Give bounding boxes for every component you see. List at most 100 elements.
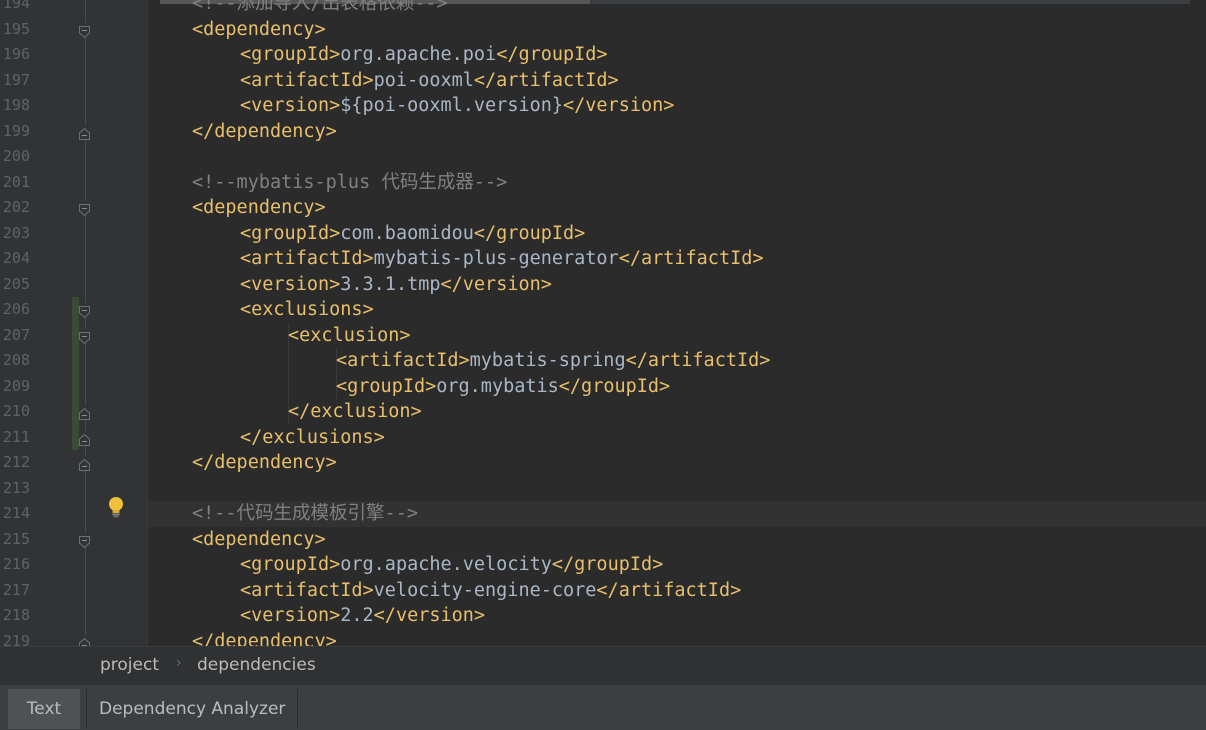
xml-tag: <groupId> — [240, 44, 341, 65]
xml-text: org.mybatis — [436, 375, 559, 397]
code-line[interactable]: 204 <artifactId>mybatis-plus-generator</a… — [0, 246, 1206, 272]
xml-tag: <exclusion> — [288, 324, 411, 346]
xml-tag: </dependency> — [192, 630, 337, 647]
code-line[interactable]: 217 <artifactId>velocity-engine-core</art… — [0, 578, 1206, 604]
code-text: <dependency> — [192, 17, 326, 43]
line-number: 208 — [2, 351, 30, 369]
vcs-change-marker[interactable] — [72, 399, 79, 425]
fold-open-icon[interactable] — [79, 328, 90, 344]
line-number: 202 — [2, 198, 30, 216]
xml-text: 2.2 — [340, 605, 374, 626]
xml-tag: </dependency> — [192, 452, 337, 473]
fold-close-icon[interactable] — [79, 405, 90, 420]
code-line[interactable]: 203 <groupId>com.baomidou</groupId> — [0, 221, 1206, 247]
xml-text: mybatis-plus-generator — [373, 248, 619, 269]
code-text: <artifactId>mybatis-spring</artifactId> — [336, 348, 770, 374]
line-number: 204 — [2, 249, 30, 267]
xml-tag: <artifactId> — [240, 69, 374, 91]
code-line[interactable]: 211 </exclusions> — [0, 424, 1206, 451]
vcs-change-marker[interactable] — [72, 348, 79, 374]
xml-tag: <dependency> — [192, 18, 326, 40]
vcs-change-marker[interactable] — [72, 322, 79, 348]
code-text: <groupId>org.apache.poi</groupId> — [240, 42, 608, 68]
line-number: 216 — [2, 555, 30, 573]
fold-close-icon[interactable] — [79, 634, 90, 646]
line-number: 206 — [2, 300, 30, 318]
vcs-change-marker[interactable] — [72, 373, 79, 399]
tab-text[interactable]: Text — [8, 689, 80, 729]
tab-dependency-analyzer[interactable]: Dependency Analyzer — [86, 689, 299, 729]
code-line[interactable]: 205 <version>3.3.1.tmp</version> — [0, 272, 1206, 298]
line-number: 194 — [2, 0, 30, 12]
code-line[interactable]: 210 </exclusion> — [0, 399, 1206, 425]
code-line[interactable]: 207 <exclusion> — [0, 322, 1206, 348]
code-text: <version>2.2</version> — [240, 603, 485, 629]
code-text: <dependency> — [192, 195, 326, 221]
code-line[interactable]: 200 — [0, 144, 1206, 170]
code-line[interactable]: 199 </dependency> — [0, 119, 1206, 145]
code-line[interactable]: 212 </dependency> — [0, 450, 1206, 476]
lightbulb-icon[interactable] — [106, 496, 126, 518]
breadcrumb-item-project[interactable]: project — [100, 655, 159, 675]
xml-tag: <version> — [240, 605, 341, 626]
xml-tag: <version> — [240, 95, 341, 116]
xml-tag: </exclusions> — [240, 426, 385, 448]
fold-open-icon[interactable] — [79, 22, 90, 38]
code-line[interactable]: 194 <!--添加导入/出表格依赖--> — [0, 0, 1206, 17]
code-line[interactable]: 195 <dependency> — [0, 17, 1206, 43]
code-line[interactable]: 215 <dependency> — [0, 527, 1206, 553]
code-text: <!--代码生成模板引擎--> — [192, 501, 418, 527]
code-line[interactable]: 198 <version>${poi-ooxml.version}</versio… — [0, 93, 1206, 119]
ide-window: 194 <!--添加导入/出表格依赖--> 195 <dependency> 196 <g… — [0, 0, 1206, 730]
code-line[interactable]: 219 </dependency> — [0, 629, 1206, 647]
line-number: 198 — [2, 96, 30, 114]
xml-tag: <version> — [240, 273, 341, 295]
line-number: 215 — [2, 529, 30, 548]
code-text: <!--添加导入/出表格依赖--> — [192, 0, 448, 17]
line-number: 199 — [2, 121, 30, 140]
line-number: 196 — [2, 45, 30, 63]
xml-text: org.apache.poi — [340, 44, 497, 65]
code-line[interactable]: 206 <exclusions> — [0, 297, 1206, 323]
xml-comment: <!--添加导入/出表格依赖--> — [192, 0, 448, 14]
fold-close-icon[interactable] — [79, 124, 90, 140]
code-line[interactable]: 213 — [0, 476, 1206, 502]
code-text: <artifactId>velocity-engine-core</artifa… — [240, 578, 741, 604]
xml-text: 3.3.1.tmp — [340, 273, 441, 295]
code-line[interactable]: 209 <groupId>org.mybatis</groupId> — [0, 373, 1206, 399]
code-line[interactable]: 218 <version>2.2</version> — [0, 603, 1206, 629]
vcs-change-marker[interactable] — [72, 424, 79, 450]
line-number: 212 — [2, 453, 30, 471]
vcs-change-marker[interactable] — [72, 297, 79, 323]
xml-tag: </exclusion> — [288, 401, 422, 422]
fold-close-icon[interactable] — [79, 456, 90, 471]
code-line[interactable]: 201 <!--mybatis-plus 代码生成器--> — [0, 170, 1206, 196]
code-text: </exclusions> — [240, 425, 385, 451]
xml-tag: </groupId> — [551, 554, 664, 575]
code-line[interactable]: 208 <artifactId>mybatis-spring</artifactI… — [0, 348, 1206, 374]
code-text: <groupId>com.baomidou</groupId> — [240, 221, 585, 247]
code-line[interactable]: 196 <groupId>org.apache.poi</groupId> — [0, 42, 1206, 68]
code-line[interactable]: 214 <!--代码生成模板引擎--> — [0, 501, 1206, 527]
code-line[interactable]: 202 <dependency> — [0, 195, 1206, 221]
code-editor[interactable]: 194 <!--添加导入/出表格依赖--> 195 <dependency> 196 <g… — [0, 0, 1206, 646]
xml-text: com.baomidou — [340, 222, 474, 244]
code-text: </dependency> — [192, 119, 337, 145]
xml-text: velocity-engine-core — [373, 579, 597, 601]
code-line[interactable]: 197 <artifactId>poi-ooxml</artifactId> — [0, 68, 1206, 94]
line-number: 207 — [2, 325, 30, 344]
xml-tag: </groupId> — [558, 375, 671, 397]
fold-close-icon[interactable] — [79, 430, 90, 446]
line-number: 200 — [2, 147, 30, 165]
breadcrumb-item-dependencies[interactable]: dependencies — [197, 655, 316, 675]
line-number: 217 — [2, 580, 30, 599]
fold-open-icon[interactable] — [79, 532, 90, 548]
xml-tag: <exclusions> — [240, 299, 374, 320]
code-text: </exclusion> — [288, 399, 422, 425]
code-line[interactable]: 216 <groupId>org.apache.velocity</groupId… — [0, 552, 1206, 578]
line-number: 213 — [2, 478, 30, 497]
fold-open-icon[interactable] — [79, 201, 90, 217]
xml-text: poi-ooxml — [373, 69, 474, 91]
xml-tag: </artifactId> — [596, 579, 742, 601]
fold-open-icon[interactable] — [79, 303, 90, 319]
